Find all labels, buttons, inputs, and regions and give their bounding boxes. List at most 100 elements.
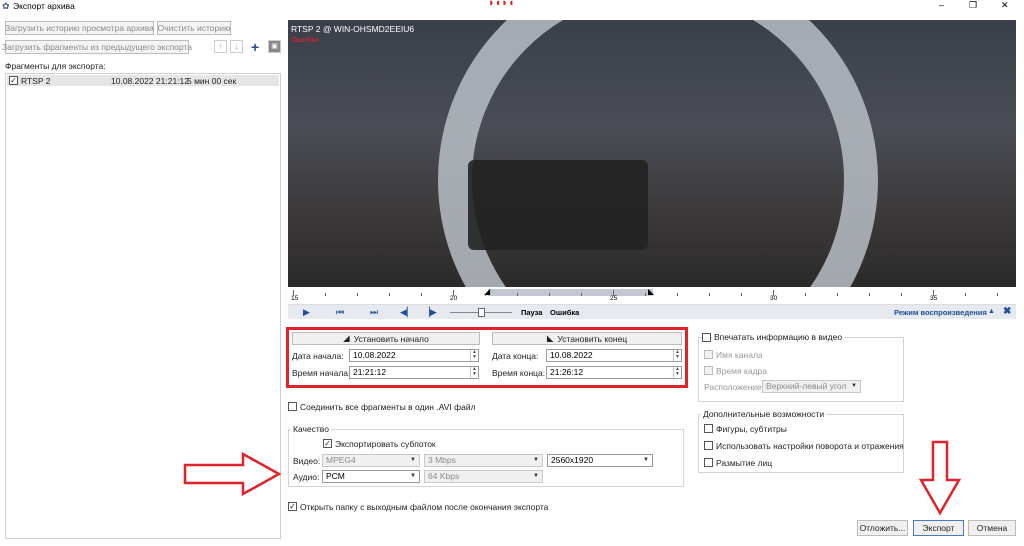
timeline-selection[interactable] — [488, 289, 653, 296]
start-time-spin-icon[interactable]: ▲ ▼ — [470, 367, 478, 378]
fragment-checkbox[interactable]: ✓ — [9, 76, 18, 85]
start-date-label: Дата начала: — [292, 351, 344, 361]
start-time-value: 21:21:12 — [353, 367, 387, 377]
rotation-checkbox[interactable] — [704, 441, 713, 450]
frame-forward-icon[interactable]: ▕▶ — [423, 307, 437, 318]
timeline-label: 30 — [770, 295, 778, 302]
set-end-label: Установить конец — [557, 333, 628, 344]
timeline-end-marker[interactable]: ◣ — [648, 287, 654, 296]
annotation-arrow-down-icon — [918, 440, 962, 516]
channel-name-checkbox[interactable] — [704, 350, 713, 359]
audio-bitrate-value: 64 Kbps — [428, 471, 460, 481]
speed-slider-thumb[interactable] — [478, 308, 485, 317]
close-panel-icon[interactable]: ✖ — [1003, 306, 1011, 317]
quality-title: Качество — [291, 424, 331, 434]
audio-codec-select[interactable]: PCM ▼ — [322, 470, 420, 483]
timeline-label: 35 — [930, 295, 938, 302]
move-up-icon[interactable]: ↑ — [214, 40, 227, 53]
timeline-tick — [421, 293, 422, 296]
chevron-down-icon: ▼ — [533, 457, 539, 463]
move-down-icon[interactable]: ↓ — [230, 40, 243, 53]
merge-label: Соединить все фрагменты в один .AVI файл — [300, 402, 476, 412]
delete-icon[interactable]: ▣ — [268, 40, 281, 53]
audio-bitrate-select[interactable]: 64 Kbps ▼ — [424, 470, 543, 483]
timeline-tick — [805, 293, 806, 296]
face-blur-checkbox[interactable] — [704, 458, 713, 467]
end-time-value: 21:26:12 — [550, 367, 584, 377]
timeline-label: 25 — [610, 295, 618, 302]
playback-mode-label[interactable]: Режим воспроизведения — [894, 308, 987, 317]
timeline-tick — [901, 293, 902, 296]
minimize-button[interactable]: – — [939, 0, 944, 10]
end-date-label: Дата конца: — [492, 351, 539, 361]
brand-logo-icon: ◗◖◗◖ — [488, 0, 515, 9]
end-time-field[interactable]: 21:26:12 ▲ ▼ — [546, 366, 682, 379]
fragment-datetime: 10.08.2022 21:21:12 — [111, 76, 189, 86]
restore-button[interactable]: ❐ — [969, 0, 977, 11]
clear-history-button[interactable]: Очистить историю — [157, 21, 231, 35]
rotation-label: Использовать настройки поворота и отраже… — [716, 441, 904, 451]
skip-forward-icon[interactable]: ⏭ — [370, 307, 378, 318]
list-item[interactable]: ✓ RTSP 2 10.08.2022 21:21:12 5 мин 00 се… — [7, 75, 279, 86]
close-button[interactable]: ✕ — [1001, 0, 1009, 11]
add-icon[interactable]: + — [251, 39, 259, 55]
timeline-label: 20 — [450, 295, 458, 302]
set-start-button[interactable]: ◢ Установить начало — [292, 332, 480, 345]
collapse-icon[interactable]: ▲ — [988, 308, 995, 315]
start-date-field[interactable]: 10.08.2022 ▲ ▼ — [349, 349, 479, 362]
figures-label: Фигуры, субтитры — [716, 424, 787, 434]
video-resolution-value: 2560x1920 — [551, 455, 594, 465]
app-icon: ✿ — [2, 1, 10, 11]
postpone-button[interactable]: Отложить... — [857, 520, 908, 536]
video-resolution-select[interactable]: 2560x1920 ▼ — [547, 454, 653, 467]
cancel-button[interactable]: Отмена — [968, 520, 1016, 536]
start-time-label: Время начала: — [292, 368, 351, 378]
end-date-field[interactable]: 10.08.2022 ▲ ▼ — [546, 349, 682, 362]
timeline-tick — [357, 293, 358, 296]
chevron-down-icon: ▼ — [410, 473, 416, 479]
timeline-tick — [837, 293, 838, 296]
face-blur-label: Размытие лиц — [716, 458, 773, 468]
video-bitrate-select[interactable]: 3 Mbps ▼ — [424, 454, 543, 467]
set-end-button[interactable]: ◣ Установить конец — [492, 332, 682, 345]
play-icon[interactable]: ▶ — [303, 307, 310, 318]
timeline-tick — [581, 293, 582, 296]
timeline-tick — [965, 293, 966, 296]
timeline-tick — [741, 293, 742, 296]
position-select[interactable]: Верхний-левый угол ▼ — [762, 380, 861, 393]
video-viewport[interactable]: RTSP 2 @ WIN-OHSMD2EEIU6 Ошибка — [288, 20, 1016, 287]
channel-name-label: Имя канала — [716, 350, 763, 360]
timeline-tick — [453, 290, 454, 296]
export-button[interactable]: Экспорт — [913, 520, 964, 536]
timeline-tick — [325, 293, 326, 296]
merge-checkbox[interactable] — [288, 402, 297, 411]
timeline-tick — [517, 293, 518, 296]
video-codec-select[interactable]: MPEG4 ▼ — [322, 454, 420, 467]
start-time-field[interactable]: 21:21:12 ▲ ▼ — [349, 366, 479, 379]
timeline-tick — [869, 293, 870, 296]
export-subtitles-checkbox[interactable]: ✓ — [323, 439, 332, 448]
position-value: Верхний-левый угол — [766, 381, 847, 391]
timeline-tick — [997, 293, 998, 296]
timeline[interactable]: ◢ ◣ 15 20 25 30 35 — [288, 287, 1016, 305]
status-error: Ошибка — [550, 308, 580, 317]
chevron-down-icon: ▼ — [643, 457, 649, 463]
status-pause: Пауза — [521, 308, 543, 317]
frame-back-icon[interactable]: ◀▏ — [400, 307, 414, 318]
print-info-checkbox[interactable] — [702, 333, 711, 342]
frame-time-checkbox[interactable] — [704, 366, 713, 375]
position-label: Расположение: — [704, 382, 765, 392]
load-fragments-button[interactable]: Загрузить фрагменты из предыдущего экспо… — [2, 40, 192, 54]
set-start-icon: ◢ — [343, 333, 350, 343]
audio-codec-value: PCM — [326, 471, 345, 481]
fragments-label: Фрагменты для экспорта: — [5, 61, 106, 71]
load-history-button[interactable]: Загрузить историю просмотра архива — [5, 21, 154, 35]
end-time-spin-icon[interactable]: ▲ ▼ — [673, 367, 681, 378]
start-date-spin-icon[interactable]: ▲ ▼ — [470, 350, 478, 361]
timeline-tick — [549, 293, 550, 296]
end-date-spin-icon[interactable]: ▲ ▼ — [673, 350, 681, 361]
set-end-icon: ◣ — [546, 333, 554, 343]
skip-back-icon[interactable]: ⏮ — [336, 307, 344, 318]
figures-checkbox[interactable] — [704, 424, 713, 433]
open-folder-checkbox[interactable]: ✓ — [288, 502, 297, 511]
